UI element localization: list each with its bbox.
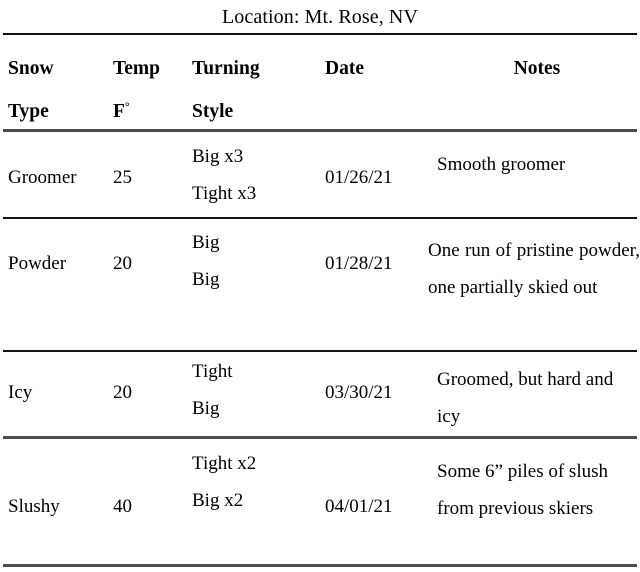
cell-date: 04/01/21 bbox=[325, 496, 393, 517]
table-bottom-rule bbox=[3, 564, 637, 567]
table-row: Groomer bbox=[8, 167, 112, 189]
cell-turning-style-line1: Tight bbox=[192, 361, 233, 382]
cell-notes: Groomed, but hard and icy bbox=[437, 369, 614, 427]
table-caption: Location: Mt. Rose, NV bbox=[221, 6, 419, 28]
table-top-rule bbox=[3, 33, 637, 35]
column-header-temp: Temp F° bbox=[113, 58, 189, 123]
column-header-turning-style: Turning Style bbox=[192, 58, 322, 123]
table-figure: Location: Mt. Rose, NV Snow Type Temp F°… bbox=[0, 0, 640, 572]
cell-date: 03/30/21 bbox=[325, 382, 393, 403]
column-header-date: Date bbox=[325, 58, 433, 80]
cell-snow-type: Icy bbox=[8, 382, 33, 403]
cell-notes: Some 6” piles of slush from previous ski… bbox=[437, 461, 608, 519]
cell-snow-type: Groomer bbox=[8, 167, 77, 188]
column-header-date-line1: Date bbox=[325, 58, 364, 79]
row-separator-rule-2 bbox=[3, 350, 637, 352]
column-header-temp-unit: F bbox=[113, 101, 125, 122]
cell-turning-style: Big x3 Tight x3 bbox=[192, 146, 322, 220]
column-header-temp-line1: Temp bbox=[113, 58, 160, 79]
table-header-rule bbox=[3, 129, 637, 132]
cell-notes: One run of pristine powder, one partiall… bbox=[428, 240, 640, 298]
cell-date: 01/28/21 bbox=[325, 253, 393, 274]
column-header-turning-style-line1: Turning bbox=[192, 58, 260, 79]
cell-temp: 25 bbox=[113, 167, 132, 188]
table-row: Icy bbox=[8, 382, 112, 404]
cell-turning-style-line2: Big bbox=[192, 398, 220, 419]
cell-temp: 20 bbox=[113, 382, 132, 403]
table-row: Slushy bbox=[8, 496, 112, 518]
cell-notes: Smooth groomer bbox=[437, 154, 566, 175]
cell-temp: 40 bbox=[113, 496, 132, 517]
column-header-temp-line2: F° bbox=[113, 99, 189, 123]
column-header-snow-type: Snow Type bbox=[8, 58, 112, 123]
cell-temp: 20 bbox=[113, 253, 132, 274]
column-header-snow-type-line2: Type bbox=[8, 101, 49, 122]
degree-icon: ° bbox=[124, 99, 130, 114]
cell-date: 01/26/21 bbox=[325, 167, 393, 188]
cell-turning-style: Tight Big bbox=[192, 361, 322, 435]
column-header-notes-line1: Notes bbox=[513, 58, 561, 79]
column-header-notes: Notes bbox=[437, 58, 637, 80]
cell-turning-style-line2: Big x2 bbox=[192, 490, 244, 511]
cell-turning-style-line1: Big x3 bbox=[192, 146, 244, 167]
column-header-turning-style-line2: Style bbox=[192, 101, 234, 122]
cell-snow-type: Slushy bbox=[8, 496, 60, 517]
table-row: Powder bbox=[8, 253, 112, 275]
row-separator-rule-3 bbox=[3, 436, 637, 439]
cell-turning-style-line1: Tight x2 bbox=[192, 453, 257, 474]
cell-turning-style-line2: Tight x3 bbox=[192, 183, 257, 204]
column-header-snow-type-line1: Snow bbox=[8, 58, 54, 79]
cell-turning-style-line2: Big bbox=[192, 269, 220, 290]
cell-turning-style: Big Big bbox=[192, 232, 322, 306]
cell-turning-style: Tight x2 Big x2 bbox=[192, 453, 322, 527]
cell-snow-type: Powder bbox=[8, 253, 67, 274]
cell-turning-style-line1: Big bbox=[192, 232, 220, 253]
